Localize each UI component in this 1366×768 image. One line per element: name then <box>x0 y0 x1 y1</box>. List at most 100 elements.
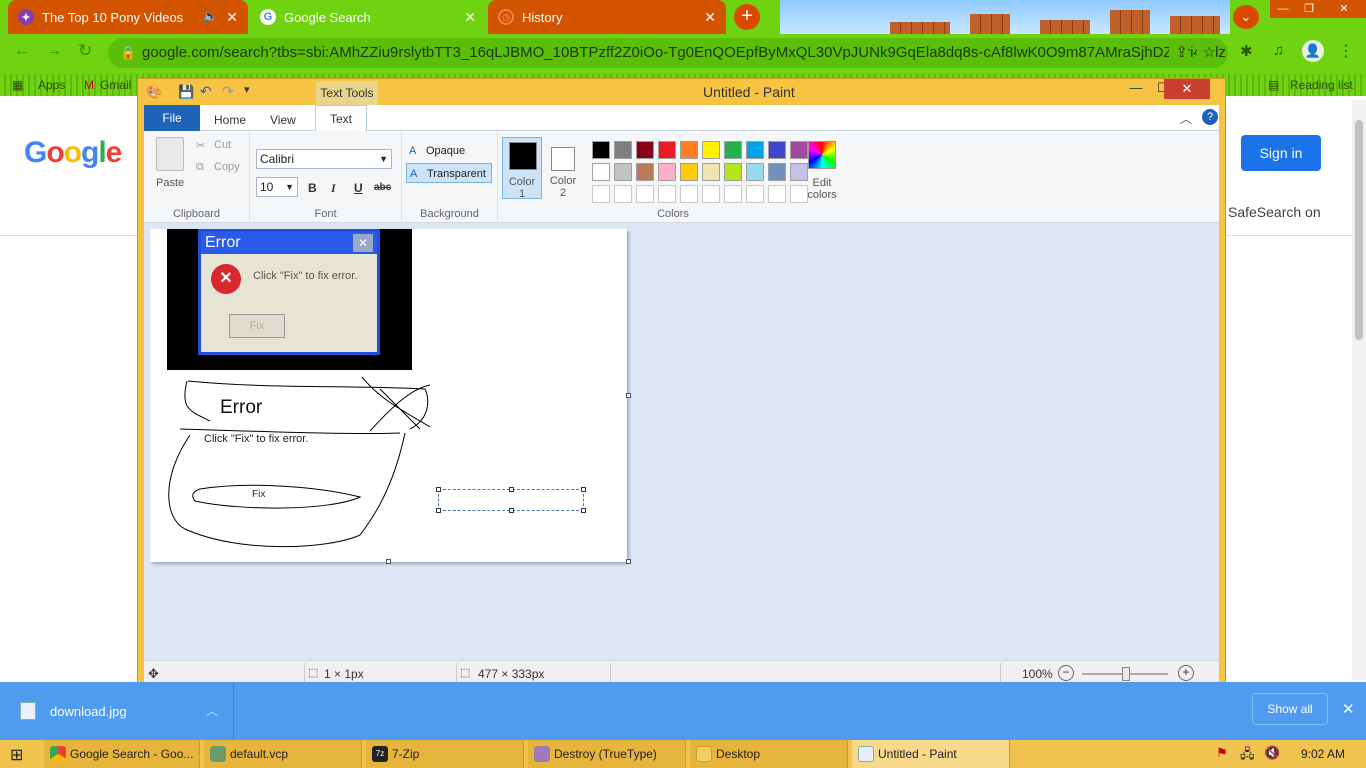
palette-swatch[interactable] <box>680 185 698 203</box>
palette-swatch[interactable] <box>702 185 720 203</box>
address-bar[interactable]: 🔒 google.com/search?tbs=sbi:AMhZZiu9rsly… <box>108 38 1228 68</box>
italic-button[interactable]: I <box>331 181 336 196</box>
font-family-select[interactable]: Calibri ▼ <box>256 149 392 169</box>
palette-swatch[interactable] <box>746 185 764 203</box>
start-icon[interactable]: ⊞ <box>10 745 23 765</box>
palette-swatch[interactable] <box>768 163 786 181</box>
restore-button[interactable]: ❐ <box>1296 0 1322 18</box>
palette-swatch[interactable] <box>768 141 786 159</box>
safesearch-status[interactable]: SafeSearch on <box>1228 204 1321 220</box>
font-size-select[interactable]: 10 ▼ <box>256 177 298 197</box>
edit-colors-button[interactable]: Edit colors <box>802 177 842 201</box>
bookmark-apps[interactable]: Apps <box>38 78 65 92</box>
taskbar-item-paint[interactable]: Untitled - Paint <box>852 740 1010 768</box>
opaque-button[interactable]: A Opaque <box>406 141 492 161</box>
palette-swatch[interactable] <box>658 163 676 181</box>
undo-icon[interactable]: ↶ <box>200 83 212 100</box>
action-center-icon[interactable]: ⚑ <box>1216 745 1228 761</box>
taskbar-item-desktop[interactable]: Desktop <box>690 740 848 768</box>
paste-button[interactable]: Paste <box>156 177 184 189</box>
taskbar-item-destroy-font[interactable]: Destroy (TrueType) <box>528 740 686 768</box>
tab-text[interactable]: Text <box>315 105 368 132</box>
taskbar-item-default-vcp[interactable]: default.vcp <box>204 740 362 768</box>
transparent-button[interactable]: A Transparent <box>406 163 492 183</box>
new-tab-button[interactable]: + <box>734 4 760 30</box>
palette-swatch[interactable] <box>636 185 654 203</box>
taskbar-item-chrome[interactable]: Google Search - Goo... <box>44 740 200 768</box>
palette-swatch[interactable] <box>614 141 632 159</box>
canvas-resize-handle-bottom[interactable] <box>386 559 391 564</box>
color1-button[interactable]: Color 1 <box>502 137 542 200</box>
underline-button[interactable]: U <box>354 181 363 195</box>
palette-swatch[interactable] <box>658 141 676 159</box>
page-scrollbar[interactable] <box>1352 100 1366 680</box>
save-icon[interactable]: 💾 <box>178 84 194 100</box>
back-icon[interactable]: ← <box>14 42 30 60</box>
tab-google-search[interactable]: G Google Search ✕ <box>250 0 486 34</box>
sign-in-button[interactable]: Sign in <box>1241 135 1321 171</box>
palette-swatch[interactable] <box>724 163 742 181</box>
palette-swatch[interactable] <box>724 141 742 159</box>
paint-canvas[interactable]: Error ✕ ✕ Click "Fix" to fix error. Fix <box>150 229 631 564</box>
close-icon[interactable]: ✕ <box>464 9 476 26</box>
palette-swatch[interactable] <box>768 185 786 203</box>
download-item[interactable]: download.jpg ︿ <box>0 682 234 740</box>
tab-home[interactable]: Home <box>200 109 260 131</box>
tab-history[interactable]: ◷ History ✕ <box>488 0 726 34</box>
palette-swatch[interactable] <box>592 141 610 159</box>
tab-search-button[interactable]: ⌄ <box>1233 5 1259 29</box>
help-icon[interactable]: ? <box>1202 109 1218 125</box>
google-logo[interactable]: Google <box>24 136 122 170</box>
clock[interactable]: 9:02 AM <box>1290 740 1356 768</box>
palette-swatch[interactable] <box>636 141 654 159</box>
tab-view[interactable]: View <box>256 109 310 131</box>
minimize-ribbon-icon[interactable]: ︿ <box>1180 110 1192 127</box>
reload-icon[interactable]: ↻ <box>78 41 92 61</box>
palette-swatch[interactable] <box>724 185 742 203</box>
palette-swatch[interactable] <box>592 163 610 181</box>
forward-icon[interactable]: → <box>46 42 62 60</box>
zoom-slider[interactable] <box>1082 667 1168 681</box>
color2-button[interactable]: Color 2 <box>544 137 584 199</box>
redo-icon[interactable]: ↷ <box>222 83 234 100</box>
close-icon[interactable]: ✕ <box>704 9 716 26</box>
menu-icon[interactable]: ⋮ <box>1338 41 1354 61</box>
palette-swatch[interactable] <box>680 163 698 181</box>
palette-swatch[interactable] <box>636 163 654 181</box>
tab-file[interactable]: File <box>144 105 200 131</box>
palette-swatch[interactable] <box>680 141 698 159</box>
canvas-resize-handle-right[interactable] <box>626 393 631 398</box>
canvas-resize-handle-corner[interactable] <box>626 559 631 564</box>
edit-colors-icon[interactable] <box>808 141 836 169</box>
close-window-button[interactable]: ✕ <box>1322 0 1366 18</box>
palette-swatch[interactable] <box>702 141 720 159</box>
palette-swatch[interactable] <box>614 185 632 203</box>
media-icon[interactable]: ♫ <box>1273 42 1284 59</box>
palette-swatch[interactable] <box>746 163 764 181</box>
zoom-in-icon[interactable]: + <box>1178 665 1194 681</box>
share-icon[interactable]: ⇪ <box>1169 38 1188 68</box>
palette-swatch[interactable] <box>790 141 808 159</box>
taskbar-item-7zip[interactable]: 7z 7-Zip <box>366 740 524 768</box>
strikethrough-button[interactable]: abc <box>374 182 391 193</box>
network-icon[interactable]: 🖧 <box>1240 745 1255 767</box>
palette-swatch[interactable] <box>702 163 720 181</box>
palette-swatch[interactable] <box>592 185 610 203</box>
copy-button[interactable]: Copy <box>214 161 240 173</box>
chevron-up-icon[interactable]: ︿ <box>206 702 218 719</box>
bookmark-gmail[interactable]: Gmail <box>100 78 131 92</box>
reading-list[interactable]: Reading list <box>1290 78 1353 92</box>
palette-swatch[interactable] <box>614 163 632 181</box>
profile-icon[interactable]: 👤 <box>1302 40 1324 62</box>
show-all-button[interactable]: Show all <box>1252 693 1328 725</box>
cut-button[interactable]: Cut <box>214 139 231 151</box>
paint-app-icon[interactable]: 🎨 <box>146 84 162 100</box>
palette-swatch[interactable] <box>746 141 764 159</box>
volume-muted-icon[interactable]: 🔇 <box>1264 745 1280 761</box>
minimize-button[interactable]: — <box>1270 0 1296 18</box>
star-icon[interactable]: ☆ <box>1196 38 1216 68</box>
customize-qat-icon[interactable]: ▾ <box>244 83 250 96</box>
tab-pony-videos[interactable]: ✦ The Top 10 Pony Videos 🔈 ✕ <box>8 0 248 34</box>
text-input-box[interactable] <box>436 487 586 513</box>
speaker-icon[interactable]: 🔈 <box>203 9 218 23</box>
